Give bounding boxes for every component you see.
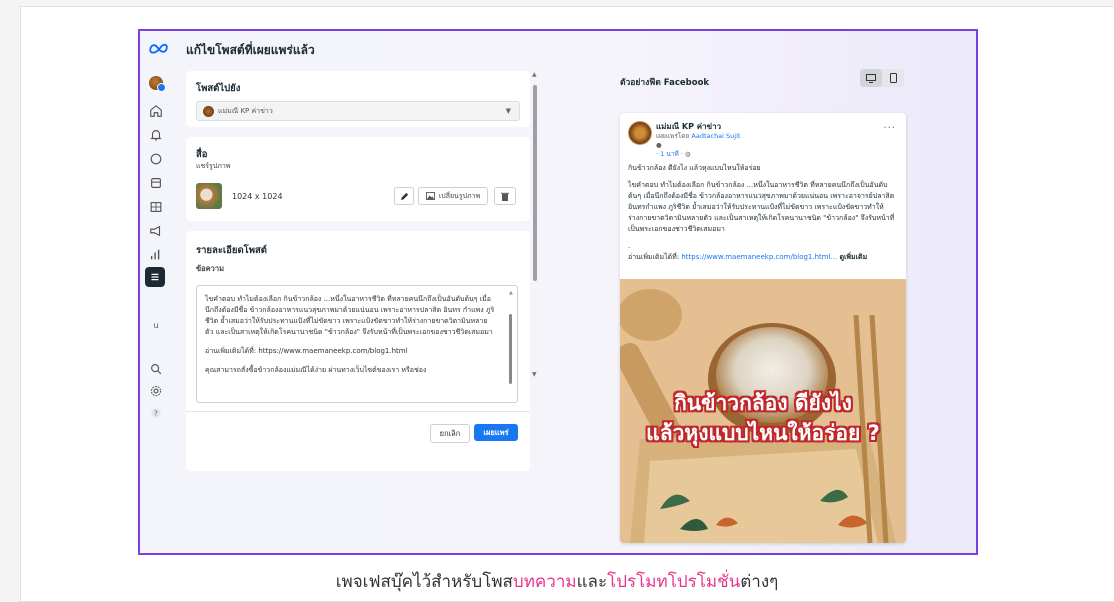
preview-timestamp: · 1 นาที · ◍ (656, 150, 691, 158)
account-avatar[interactable] (148, 75, 166, 92)
page-avatar (628, 121, 652, 145)
desktop-icon[interactable] (860, 69, 882, 87)
post-to-card: โพสต์ไปยัง แม่มณี KP ค่าข่าว ▼ (186, 71, 530, 127)
chat-icon[interactable] (148, 151, 164, 167)
table-icon[interactable] (148, 199, 164, 215)
cancel-button[interactable]: ยกเลิก (430, 424, 470, 443)
scrollbar-thumb[interactable] (533, 85, 537, 281)
device-toggle (860, 69, 904, 87)
see-more-link[interactable]: ดูเพิ่มเติม (839, 253, 867, 261)
preview-dot: . (628, 242, 631, 250)
gear-icon[interactable] (148, 383, 164, 399)
scroll-down-icon: ▼ (532, 371, 537, 378)
edit-media-button[interactable] (394, 187, 414, 205)
page-select-value: แม่มณี KP ค่าข่าว (218, 106, 273, 115)
info-icon: ● (656, 141, 662, 149)
preview-label: ตัวอย่างฟีด Facebook (620, 78, 710, 88)
page-select[interactable]: แม่มณี KP ค่าข่าว ▼ (196, 101, 520, 121)
delete-media-button[interactable] (494, 187, 516, 205)
caption-text: ต่างๆ (740, 572, 779, 592)
meta-logo-icon (149, 43, 168, 54)
globe-icon: ◍ (684, 150, 691, 158)
replace-media-button[interactable]: เปลี่ยนรูปภาพ (418, 187, 488, 205)
pencil-icon (400, 192, 408, 200)
caption-highlight: บทความ (512, 572, 577, 592)
text-label: ข้อความ (196, 264, 225, 273)
post-text-paragraph: คุณสามารถสั่งซื้อข้าวกล้องแม่มณีได้ง่าย … (205, 366, 427, 374)
trash-icon (501, 192, 509, 201)
media-card: สื่อ แชร์รูปภาพ 1024 x 1024 เปลี่ยนรูปภา… (186, 137, 530, 221)
megaphone-icon[interactable] (148, 223, 164, 239)
preview-body: กินข้าวกล้อง ดียังไง แล้วหุงแบบไหนให้อร่… (628, 163, 898, 269)
action-footer: ยกเลิก เผยแพร่ (186, 411, 530, 452)
media-title: สื่อ (196, 149, 208, 160)
caption-text: และ (576, 572, 608, 592)
search-icon[interactable] (148, 361, 164, 377)
post-to-title: โพสต์ไปยัง (196, 83, 241, 94)
scroll-up-icon: ▲ (532, 71, 537, 78)
preview-body-text: ไขคำตอบ ทำไมต้องเลือก กินข้าวกล้อง ...หน… (628, 181, 895, 233)
page-avatar (203, 105, 214, 117)
meta-business-window: แก้ไขโพสต์ที่เผยแพร่แล้ว u ? โพสต์ไปยัง … (138, 29, 978, 555)
textarea-scrollbar[interactable]: ▲ (509, 290, 513, 400)
slide-caption: เพจเฟสบุ๊คไว้สำหรับโพสบทความและโปรโมทโปร… (0, 568, 1114, 595)
preview-published-by: เผยแพร่โดย Aadtachai Sujit (656, 132, 741, 140)
image-headline-line2: แล้วหุงแบบไหนให้อร่อย ? (646, 421, 880, 445)
post-text-content: ไขคำตอบ ทำไมต้องเลือก กินข้าวกล้อง ...หน… (205, 294, 495, 384)
caption-text: เพจเฟสบุ๊คไว้สำหรับโพส (335, 572, 513, 592)
more-options-icon[interactable]: ··· (883, 123, 896, 134)
sidebar: u ? (140, 67, 174, 553)
panel-scrollbar[interactable]: ▲ ▼ (532, 71, 538, 411)
facebook-post-preview: แม่มณี KP ค่าข่าว เผยแพร่โดย Aadtachai S… (620, 113, 906, 543)
post-image: กินข้าวกล้อง ดียังไง แล้วหุงแบบไหนให้อร่… (620, 279, 906, 543)
publish-button[interactable]: เผยแพร่ (474, 424, 518, 441)
image-icon (425, 192, 435, 200)
image-headline-line1: กินข้าวกล้อง ดียังไง (674, 391, 852, 415)
preview-read-more: อ่านเพิ่มเติมได้ที่: https://www.maemane… (628, 253, 868, 261)
media-subtitle: แชร์รูปภาพ (196, 162, 231, 170)
menu-icon[interactable] (145, 267, 165, 287)
media-dimensions: 1024 x 1024 (232, 192, 283, 201)
insights-icon[interactable] (148, 247, 164, 263)
sidebar-text-item[interactable]: u (148, 317, 164, 333)
folder-icon[interactable] (148, 175, 164, 191)
help-icon[interactable]: ? (148, 405, 164, 421)
mobile-icon[interactable] (882, 69, 904, 87)
edit-panel: โพสต์ไปยัง แม่มณี KP ค่าข่าว ▼ สื่อ แชร์… (186, 71, 540, 553)
post-text-paragraph: อ่านเพิ่มเติมได้ที่: https://www.maemane… (205, 347, 408, 355)
post-details-title: รายละเอียดโพสต์ (196, 245, 267, 256)
replace-media-label: เปลี่ยนรูปภาพ (438, 191, 481, 200)
page-title: แก้ไขโพสต์ที่เผยแพร่แล้ว (186, 43, 315, 57)
chevron-down-icon: ▼ (505, 107, 511, 115)
caption-highlight: โปรโมทโปรโมชั่น (607, 572, 741, 592)
home-icon[interactable] (148, 103, 164, 119)
preview-link[interactable]: https://www.maemaneekp.com/blog1.html... (681, 253, 837, 261)
post-text-paragraph: ไขคำตอบ ทำไมต้องเลือก กินข้าวกล้อง ...หน… (205, 295, 495, 336)
scroll-up-icon: ▲ (509, 290, 513, 296)
post-text-input[interactable]: ไขคำตอบ ทำไมต้องเลือก กินข้าวกล้อง ...หน… (196, 285, 518, 403)
media-thumbnail[interactable] (196, 183, 222, 209)
bell-icon[interactable] (148, 127, 164, 143)
svg-text:?: ? (154, 410, 158, 418)
preview-headline: กินข้าวกล้อง ดียังไง แล้วหุงแบบไหนให้อร่… (628, 164, 761, 172)
